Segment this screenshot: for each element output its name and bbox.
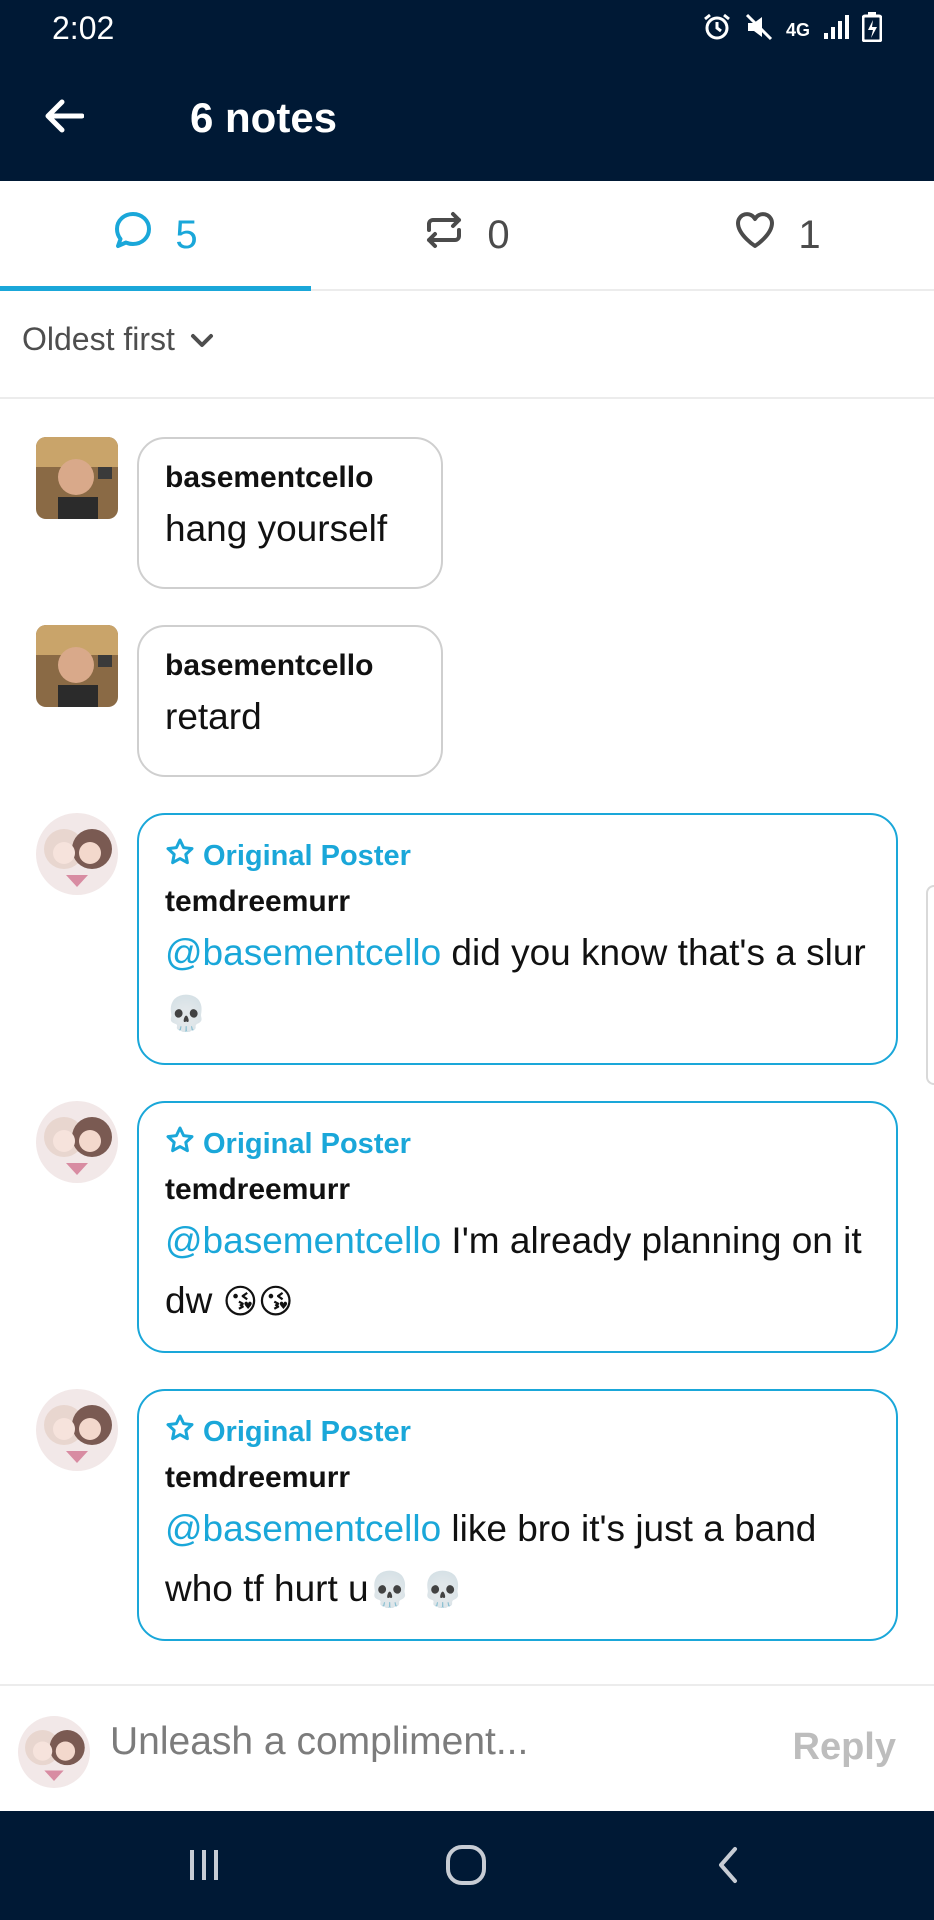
avatar[interactable] bbox=[36, 1389, 118, 1471]
comment-bubble-op: Original Poster temdreemurr @basementcel… bbox=[137, 813, 898, 1065]
scrollbar[interactable] bbox=[926, 885, 934, 1085]
comment-text: @basementcello like bro it's just a band… bbox=[165, 1499, 870, 1620]
avatar[interactable] bbox=[36, 813, 118, 895]
tab-reblogs[interactable]: 0 bbox=[311, 181, 622, 289]
signal-icon bbox=[822, 13, 850, 46]
recent-apps-button[interactable] bbox=[174, 1839, 234, 1895]
reply-button[interactable]: Reply bbox=[793, 1726, 896, 1769]
reblog-icon bbox=[423, 210, 465, 260]
star-icon bbox=[165, 1125, 195, 1163]
comment-bubble-op: Original Poster temdreemurr @basementcel… bbox=[137, 1101, 898, 1353]
sort-bar: Oldest first bbox=[0, 291, 934, 399]
comment-username[interactable]: temdreemurr bbox=[165, 885, 870, 919]
comment-username[interactable]: temdreemurr bbox=[165, 1461, 870, 1495]
arrow-left-icon bbox=[44, 98, 85, 139]
mention-link[interactable]: @basementcello bbox=[165, 1220, 441, 1261]
recent-apps-icon bbox=[184, 1848, 224, 1887]
comment-text: @basementcello I'm already planning on i… bbox=[165, 1211, 870, 1332]
heart-icon bbox=[734, 210, 776, 260]
op-badge: Original Poster bbox=[165, 1125, 870, 1163]
back-icon bbox=[713, 1845, 743, 1890]
avatar[interactable] bbox=[36, 625, 118, 707]
op-badge: Original Poster bbox=[165, 1413, 870, 1451]
op-badge: Original Poster bbox=[165, 837, 870, 875]
home-button[interactable] bbox=[436, 1839, 496, 1895]
battery-icon bbox=[861, 12, 883, 47]
tab-comments[interactable]: 5 bbox=[0, 181, 311, 291]
status-bar: 2:02 4G bbox=[0, 0, 934, 54]
star-icon bbox=[165, 1413, 195, 1451]
comment-username[interactable]: basementcello bbox=[165, 649, 415, 683]
comment-bubble: basementcello retard bbox=[137, 625, 443, 777]
status-time: 2:02 bbox=[52, 10, 115, 46]
comment-bubble: basementcello hang yourself bbox=[137, 437, 443, 589]
avatar[interactable] bbox=[36, 1101, 118, 1183]
reply-composer: Reply bbox=[0, 1684, 934, 1811]
notes-tabs: 5 0 1 bbox=[0, 181, 934, 291]
comment-text: @basementcello did you know that's a slu… bbox=[165, 923, 870, 1044]
speech-bubble-icon bbox=[113, 210, 153, 260]
mention-link[interactable]: @basementcello bbox=[165, 1508, 441, 1549]
alarm-icon bbox=[702, 12, 732, 47]
comment-username[interactable]: temdreemurr bbox=[165, 1173, 870, 1207]
kiss-emoji: 😘😘 bbox=[222, 1282, 294, 1322]
avatar bbox=[18, 1716, 90, 1788]
reblogs-count: 0 bbox=[487, 212, 510, 257]
back-button[interactable] bbox=[36, 90, 92, 146]
mention-link[interactable]: @basementcello bbox=[165, 932, 441, 973]
likes-count: 1 bbox=[798, 212, 821, 257]
comment-text: retard bbox=[165, 696, 262, 737]
comments-count: 5 bbox=[175, 212, 198, 257]
star-icon bbox=[165, 837, 195, 875]
system-nav-bar bbox=[0, 1811, 934, 1920]
op-label: Original Poster bbox=[203, 1415, 411, 1448]
tab-likes[interactable]: 1 bbox=[622, 181, 933, 289]
4g-icon: 4G bbox=[785, 19, 810, 40]
skull-emoji: 💀 bbox=[165, 994, 208, 1034]
mute-icon bbox=[744, 12, 774, 47]
skull-emoji: 💀 💀 bbox=[368, 1570, 465, 1610]
chevron-down-icon bbox=[189, 321, 215, 358]
op-label: Original Poster bbox=[203, 839, 411, 872]
comment-text: hang yourself bbox=[165, 508, 388, 549]
status-icons: 4G bbox=[702, 12, 883, 47]
home-icon bbox=[444, 1843, 488, 1892]
comment-username[interactable]: basementcello bbox=[165, 461, 415, 495]
nav-back-button[interactable] bbox=[698, 1839, 758, 1895]
reply-input[interactable] bbox=[110, 1720, 670, 1764]
op-label: Original Poster bbox=[203, 1127, 411, 1160]
sort-label: Oldest first bbox=[22, 321, 175, 357]
comment-body: did you know that's a slur bbox=[441, 932, 866, 973]
sort-dropdown[interactable]: Oldest first bbox=[22, 321, 215, 358]
avatar[interactable] bbox=[36, 437, 118, 519]
app-bar: 6 notes bbox=[0, 54, 934, 181]
page-title: 6 notes bbox=[190, 94, 338, 141]
comment-bubble-op: Original Poster temdreemurr @basementcel… bbox=[137, 1389, 898, 1641]
